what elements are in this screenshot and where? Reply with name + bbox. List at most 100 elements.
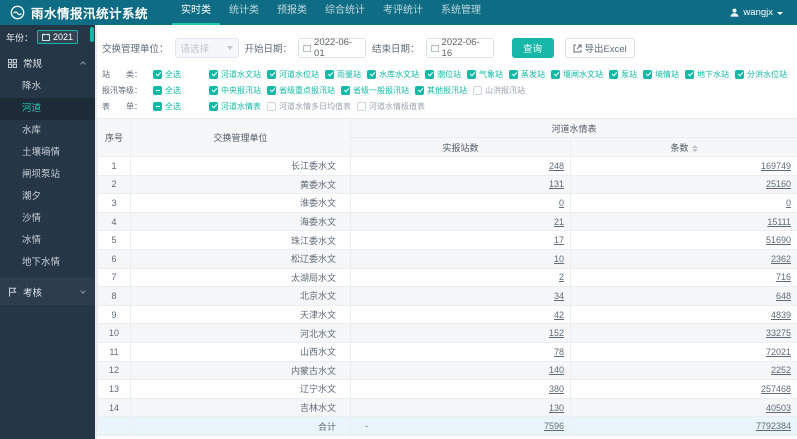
records-count-link[interactable]: 169749 [761, 161, 791, 171]
checkbox[interactable] [685, 69, 694, 79]
records-count-link[interactable]: 2252 [771, 365, 791, 375]
checkbox-option[interactable]: 河道水情多日均值表 [267, 101, 351, 112]
sidebar-item[interactable]: 水库 [0, 120, 95, 142]
checkbox[interactable] [325, 69, 334, 79]
checkbox[interactable] [551, 69, 560, 79]
records-count-link[interactable]: 4839 [771, 310, 791, 320]
user-menu[interactable]: wangjx [730, 7, 797, 18]
checkbox[interactable] [425, 69, 434, 79]
year-picker[interactable]: 2021 [37, 30, 79, 44]
records-count-link[interactable]: 2362 [771, 254, 791, 264]
stations-count-link[interactable]: 248 [549, 161, 564, 171]
export-excel-button[interactable]: 导出Excel [564, 38, 635, 58]
nav-tab[interactable]: 系统管理 [432, 0, 490, 25]
checkbox[interactable] [209, 69, 218, 79]
stations-count-link[interactable]: 131 [549, 179, 564, 189]
sidebar-item[interactable]: 闸坝泵站 [0, 164, 95, 186]
records-count-link[interactable]: 648 [776, 291, 791, 301]
sidebar-scrollbar[interactable] [90, 27, 94, 42]
checkbox-option[interactable]: 其他报汛站 [415, 85, 467, 96]
checkbox[interactable] [267, 101, 276, 111]
checkbox-option[interactable]: 泵站 [609, 69, 637, 80]
records-count-link[interactable]: 0 [786, 198, 791, 208]
start-date-input[interactable]: 2022-06-01 [298, 37, 367, 59]
summary-stations-link[interactable]: 7596 [544, 421, 564, 431]
sidebar-item[interactable]: 沙情 [0, 208, 95, 230]
stations-count-link[interactable]: 152 [549, 328, 564, 338]
sort-caret-icon[interactable] [691, 144, 698, 152]
checkbox[interactable] [735, 69, 744, 79]
checkbox-option[interactable]: 全选 [153, 85, 209, 96]
sidebar-group-bottom[interactable]: 考核 [0, 278, 95, 305]
checkbox-option[interactable]: 山洪报汛站 [473, 85, 525, 96]
records-count-link[interactable]: 257468 [761, 384, 791, 394]
nav-tab[interactable]: 综合统计 [316, 0, 374, 25]
sidebar-item[interactable]: 降水 [0, 76, 95, 98]
stations-count-link[interactable]: 2 [559, 272, 564, 282]
checkbox[interactable] [341, 85, 350, 95]
checkbox-option[interactable]: 气象站 [467, 69, 503, 80]
stations-count-link[interactable]: 0 [559, 198, 564, 208]
end-date-input[interactable]: 2022-06-16 [425, 37, 494, 59]
nav-tab[interactable]: 预报类 [268, 0, 316, 25]
checkbox-option[interactable]: 地下水站 [685, 69, 729, 80]
stations-count-link[interactable]: 140 [549, 365, 564, 375]
stations-count-link[interactable]: 21 [554, 217, 564, 227]
checkbox-option[interactable]: 水库水文站 [367, 69, 419, 80]
checkbox[interactable] [357, 101, 366, 111]
checkbox[interactable] [415, 85, 424, 95]
records-count-link[interactable]: 15111 [767, 217, 791, 227]
checkbox-option[interactable]: 河道水文站 [209, 69, 261, 80]
checkbox-option[interactable]: 潮位站 [425, 69, 461, 80]
checkbox[interactable] [267, 69, 276, 79]
checkbox[interactable] [209, 101, 218, 111]
stations-count-link[interactable]: 17 [554, 235, 564, 245]
stations-count-link[interactable]: 10 [554, 254, 564, 264]
col-header-records[interactable]: 条数 [569, 137, 797, 157]
checkbox[interactable] [367, 69, 376, 79]
checkbox[interactable] [153, 69, 162, 79]
nav-tab[interactable]: 考评统计 [374, 0, 432, 25]
checkbox-option[interactable]: 墒情站 [643, 69, 679, 80]
checkbox-option[interactable]: 全选 [153, 69, 209, 80]
checkbox[interactable] [209, 85, 218, 95]
stations-count-link[interactable]: 78 [554, 347, 564, 357]
checkbox-option[interactable]: 河道水情极值表 [357, 101, 425, 112]
records-count-link[interactable]: 40503 [766, 403, 791, 413]
stations-count-link[interactable]: 380 [549, 384, 564, 394]
stations-count-link[interactable]: 130 [549, 403, 564, 413]
query-button[interactable]: 查询 [511, 38, 554, 58]
stations-count-link[interactable]: 34 [554, 291, 564, 301]
sidebar-item[interactable]: 潮夕 [0, 186, 95, 208]
records-count-link[interactable]: 51690 [766, 235, 791, 245]
stations-count-link[interactable]: 42 [554, 310, 564, 320]
records-count-link[interactable]: 72021 [766, 347, 791, 357]
sidebar-item[interactable]: 土壤墒情 [0, 142, 95, 164]
sidebar-item[interactable]: 河道 [0, 98, 95, 120]
checkbox-option[interactable]: 蒸发站 [509, 69, 545, 80]
records-count-link[interactable]: 33275 [766, 328, 791, 338]
unit-select[interactable]: 请选择 [174, 38, 239, 58]
nav-tab[interactable]: 统计类 [220, 0, 268, 25]
records-count-link[interactable]: 25160 [766, 179, 791, 189]
checkbox[interactable] [153, 101, 162, 111]
records-count-link[interactable]: 716 [776, 272, 791, 282]
sidebar-group-main[interactable]: 常规 [0, 49, 95, 76]
summary-records-link[interactable]: 7792384 [756, 421, 791, 431]
checkbox[interactable] [153, 85, 162, 95]
checkbox[interactable] [509, 69, 518, 79]
checkbox-option[interactable]: 堰闸水文站 [551, 69, 603, 80]
checkbox-option[interactable]: 省级一般报汛站 [341, 85, 409, 96]
checkbox-option[interactable]: 分洪水位站 [735, 69, 787, 80]
checkbox-option[interactable]: 河道水位站 [267, 69, 319, 80]
checkbox-option[interactable]: 雨量站 [325, 69, 361, 80]
checkbox[interactable] [267, 85, 276, 95]
checkbox-option[interactable]: 中央报汛站 [209, 85, 261, 96]
sidebar-item[interactable]: 地下水情 [0, 252, 95, 274]
checkbox-option[interactable]: 省级重点报汛站 [267, 85, 335, 96]
sidebar-item[interactable]: 冰情 [0, 230, 95, 252]
checkbox[interactable] [609, 69, 618, 79]
nav-tab[interactable]: 实时类 [172, 0, 220, 25]
checkbox-option[interactable]: 全选 [153, 101, 209, 112]
checkbox[interactable] [473, 85, 482, 95]
